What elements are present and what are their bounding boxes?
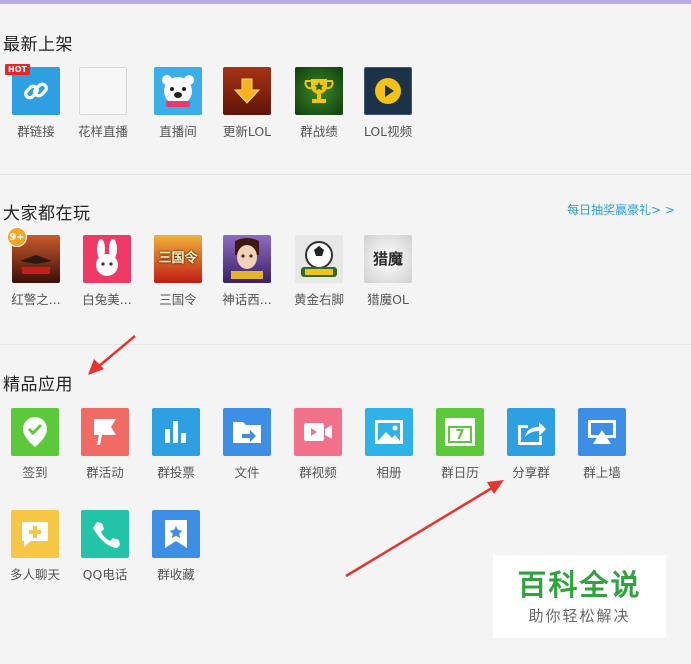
app-label: 群战绩 xyxy=(300,124,338,139)
golden-foot-game-icon xyxy=(301,241,337,277)
app-label: 更新LOL xyxy=(222,124,272,139)
app-label: 相册 xyxy=(376,465,402,480)
hunter-ol-game-icon: 猎魔 xyxy=(372,250,403,268)
app-multi-chat[interactable]: 多人聊天 xyxy=(0,510,70,583)
app-golden-foot[interactable]: 黄金右脚 xyxy=(284,235,354,308)
watermark-logo: 百科全说 助你轻松解决 xyxy=(493,555,666,638)
photo-icon xyxy=(375,420,403,444)
calendar-icon: 7 xyxy=(445,418,475,446)
top-accent-bar xyxy=(0,0,691,4)
app-group-record[interactable]: 群战绩 xyxy=(284,67,354,140)
app-label: 群投票 xyxy=(157,465,195,480)
app-label: 分享群 xyxy=(512,465,550,480)
app-check-in[interactable]: 签到 xyxy=(0,408,70,481)
app-group-link[interactable]: HOT 群链接 xyxy=(1,64,71,140)
app-qq-call[interactable]: QQ电话 xyxy=(70,510,140,583)
section-title-new-arrivals: 最新上架 xyxy=(3,35,73,55)
section-divider xyxy=(0,344,691,345)
hot-badge: HOT xyxy=(5,64,30,75)
app-label: 签到 xyxy=(22,465,48,480)
app-label: 群视频 xyxy=(299,465,337,480)
bookmark-star-icon xyxy=(165,520,187,548)
share-icon xyxy=(518,422,546,445)
section-divider xyxy=(0,174,691,175)
app-files[interactable]: 文件 xyxy=(212,408,282,481)
app-live-room[interactable]: 直播间 xyxy=(143,67,213,140)
annotation-arrow-featured xyxy=(88,335,136,375)
app-label: 三国令 xyxy=(159,292,197,307)
app-label: 神话西... xyxy=(222,292,272,307)
trophy-icon xyxy=(304,79,334,103)
section-title-popular: 大家都在玩 xyxy=(3,204,91,224)
app-label: 群活动 xyxy=(86,465,124,480)
check-in-icon xyxy=(23,417,47,447)
video-icon xyxy=(304,423,332,441)
chat-plus-icon xyxy=(22,522,48,547)
app-label: 黄金右脚 xyxy=(293,292,344,307)
app-group-vote[interactable]: 群投票 xyxy=(141,408,211,481)
app-lol-video[interactable]: LOL视频 xyxy=(353,67,423,140)
download-arrow-icon xyxy=(233,78,261,104)
app-label: 花样直播 xyxy=(77,124,128,139)
app-group-calendar[interactable]: 7 群日历 xyxy=(425,408,495,481)
watermark-subtitle: 助你轻松解决 xyxy=(528,607,631,625)
polar-bear-icon xyxy=(162,75,194,107)
link-icon xyxy=(24,82,48,100)
app-label: QQ电话 xyxy=(82,567,128,582)
app-group-wall[interactable]: 群上墙 xyxy=(567,408,637,481)
screen-cast-icon xyxy=(588,420,616,444)
app-label: 多人聊天 xyxy=(9,567,60,582)
app-label: 群链接 xyxy=(17,124,55,139)
app-photo-album[interactable]: 相册 xyxy=(354,408,424,481)
daily-lottery-link[interactable]: 每日抽奖赢豪礼> > xyxy=(567,201,675,218)
section-title-featured: 精品应用 xyxy=(3,375,73,395)
app-group-video[interactable]: 群视频 xyxy=(283,408,353,481)
app-label: 文件 xyxy=(234,465,260,480)
bar-chart-icon xyxy=(165,421,186,443)
app-red-alert[interactable]: 9+ 红警之... xyxy=(1,227,71,308)
three-kingdoms-game-icon: 三国令 xyxy=(158,251,198,266)
app-label: 群上墙 xyxy=(583,465,621,480)
app-label: 群收藏 xyxy=(157,567,195,582)
annotation-arrow-share-group xyxy=(345,480,504,578)
phone-icon xyxy=(93,522,120,548)
app-label: 猎魔OL xyxy=(367,292,409,307)
app-share-group[interactable]: 分享群 xyxy=(496,408,566,481)
app-label: 白兔美... xyxy=(82,292,132,307)
app-group-favorites[interactable]: 群收藏 xyxy=(141,510,211,583)
app-fancy-live[interactable]: 花样直播 xyxy=(68,67,138,140)
app-label: 直播间 xyxy=(159,124,197,139)
white-rabbit-game-icon xyxy=(96,239,118,276)
play-icon xyxy=(375,78,401,104)
app-hunter-ol[interactable]: 猎魔 猎魔OL xyxy=(353,235,423,308)
app-group-activity[interactable]: 群活动 xyxy=(70,408,140,481)
app-three-kingdoms[interactable]: 三国令 三国令 xyxy=(143,235,213,308)
flag-icon xyxy=(94,419,116,445)
app-label: 红警之... xyxy=(11,292,61,307)
folder-icon xyxy=(233,422,261,443)
notification-count-badge: 9+ xyxy=(7,227,27,247)
app-myth-west[interactable]: 神话西... xyxy=(212,235,282,308)
app-white-rabbit[interactable]: 白兔美... xyxy=(72,235,142,308)
app-update-lol[interactable]: 更新LOL xyxy=(212,67,282,140)
watermark-title: 百科全说 xyxy=(517,568,642,602)
app-label: LOL视频 xyxy=(363,124,413,139)
app-label: 群日历 xyxy=(441,465,479,480)
myth-west-game-icon xyxy=(231,238,263,279)
